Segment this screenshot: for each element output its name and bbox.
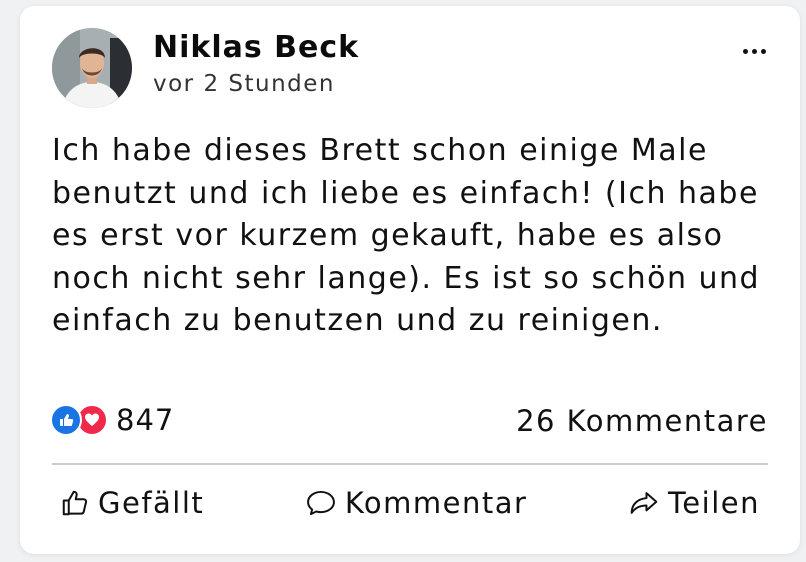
more-options-icon[interactable] [734, 36, 774, 66]
action-bar: Gefällt Kommentar Teilen [52, 478, 768, 528]
share-button-label: Teilen [668, 486, 760, 520]
dot [760, 48, 766, 54]
post-timestamp[interactable]: vor 2 Stunden [153, 71, 335, 97]
speech-bubble-icon [306, 490, 335, 516]
like-icon [50, 404, 82, 436]
comment-button[interactable]: Kommentar [297, 482, 536, 524]
divider [52, 463, 768, 465]
like-button-label: Gefällt [98, 486, 205, 520]
comment-count-link[interactable]: 26 Kommentare [516, 404, 768, 438]
share-arrow-icon [630, 492, 658, 514]
reactions-summary[interactable]: 847 [50, 402, 174, 438]
avatar-photo [52, 28, 132, 108]
comment-button-label: Kommentar [344, 486, 528, 520]
avatar[interactable] [52, 28, 132, 108]
dot [742, 48, 748, 54]
reaction-count: 847 [116, 403, 175, 437]
dot [751, 48, 757, 54]
post-card: Niklas Beck vor 2 Stunden Ich habe diese… [20, 6, 800, 554]
author-name[interactable]: Niklas Beck [153, 30, 359, 65]
thumbs-up-icon [62, 490, 88, 516]
post-text: Ich habe dieses Brett schon einige Male … [52, 133, 761, 339]
like-button[interactable]: Gefällt [52, 482, 212, 524]
share-button[interactable]: Teilen [620, 482, 768, 524]
